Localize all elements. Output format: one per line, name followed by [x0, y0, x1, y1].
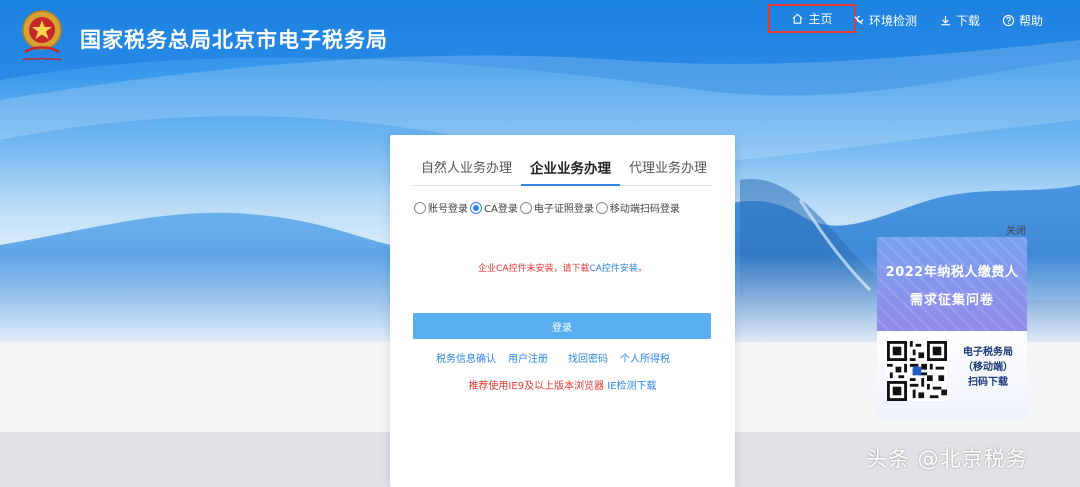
download-icon: [941, 15, 950, 25]
link-forgot-password[interactable]: 找回密码: [568, 350, 608, 365]
home-icon: [792, 13, 803, 24]
nav-download-label: 下载: [955, 13, 980, 28]
tab-agent[interactable]: 代理业务办理: [620, 157, 716, 184]
promo-title-line2: 需求征集问卷: [909, 293, 994, 308]
link-register[interactable]: 用户注册: [508, 350, 548, 365]
radio-label: 电子证照登录: [533, 204, 594, 215]
ie-check-download-link[interactable]: IE检测下载: [607, 381, 656, 392]
radio-dot-selected: [470, 201, 482, 214]
ca-install-link[interactable]: CA控件安装: [589, 264, 637, 274]
radio-dot: [414, 201, 426, 214]
tool-icon: [854, 15, 864, 25]
help-icon: [1002, 14, 1015, 26]
ca-warning: 企业CA控件未安装，请下载CA控件安装。: [390, 261, 735, 274]
qr-text-line1: 电子税务局: [963, 347, 1013, 358]
nav-env-check-label: 环境检测: [868, 13, 917, 28]
login-button[interactable]: 登录: [413, 313, 711, 339]
radio-label: 账号登录: [428, 204, 468, 215]
nav-env-check[interactable]: 环境检测: [841, 9, 928, 31]
promo-close-link[interactable]: 关闭: [1006, 222, 1026, 237]
login-method-group: 账号登录 CA登录 电子证照登录 移动端扫码登录: [414, 200, 682, 215]
link-personal-income-tax[interactable]: 个人所得税: [620, 350, 670, 365]
browser-tip-text: 推荐使用IE9及以上版本浏览器: [468, 381, 605, 392]
nav-home-label: 主页: [808, 12, 833, 26]
radio-label: 移动端扫码登录: [609, 204, 680, 215]
top-nav: 环境检测 下载 帮助: [841, 9, 1054, 31]
radio-ca-login[interactable]: CA登录: [470, 200, 518, 215]
radio-account-login[interactable]: 账号登录: [414, 200, 468, 215]
login-tabs: 自然人业务办理 企业业务办理 代理业务办理: [412, 157, 712, 186]
promo-qr-text: 电子税务局 （移动端） 扫码下载: [951, 345, 1025, 390]
qr-text-line3: 扫码下载: [968, 377, 1008, 388]
radio-e-license-login[interactable]: 电子证照登录: [519, 200, 594, 215]
survey-promo-banner[interactable]: 2022年纳税人缴费人 需求征集问卷 电子税务局 （移动端） 扫码下载: [877, 237, 1027, 419]
radio-dot: [595, 201, 608, 214]
login-card: 自然人业务办理 企业业务办理 代理业务办理 账号登录 CA登录 电子证照登录 移…: [390, 135, 735, 487]
nav-download[interactable]: 下载: [928, 9, 991, 31]
ca-warning-text: 企业CA控件未安装，请下载: [478, 264, 590, 274]
qr-text-line2: （移动端）: [963, 362, 1013, 373]
browser-tip: 推荐使用IE9及以上版本浏览器 IE检测下载: [390, 377, 735, 392]
link-tax-info-confirm[interactable]: 税务信息确认: [436, 350, 496, 365]
radio-label: CA登录: [484, 204, 518, 215]
promo-qr-section: 电子税务局 （移动端） 扫码下载: [877, 331, 1027, 419]
promo-title-line1: 2022年纳税人缴费人: [885, 265, 1019, 280]
tab-individual[interactable]: 自然人业务办理: [412, 157, 521, 184]
qr-code-icon: [887, 341, 947, 401]
ca-warning-suffix: 。: [637, 264, 647, 274]
toutiao-watermark: 头条 @北京税务: [866, 447, 1028, 471]
tax-emblem-icon: [22, 10, 62, 61]
radio-mobile-scan-login[interactable]: 移动端扫码登录: [595, 200, 680, 215]
site-title: 国家税务总局北京市电子税务局: [80, 28, 388, 52]
radio-dot: [519, 201, 532, 214]
tab-enterprise[interactable]: 企业业务办理: [521, 157, 621, 186]
nav-help[interactable]: 帮助: [991, 9, 1054, 31]
nav-help-label: 帮助: [1018, 13, 1043, 28]
helper-links: 税务信息确认 用户注册 找回密码 个人所得税: [436, 350, 682, 365]
